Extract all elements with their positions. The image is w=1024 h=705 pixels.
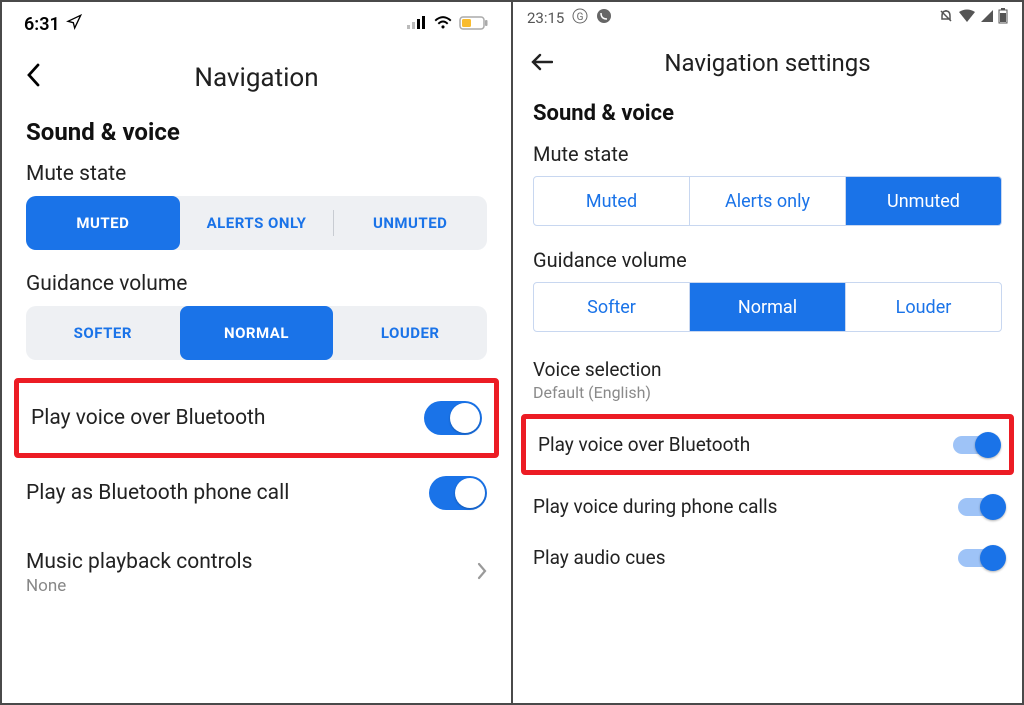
status-time: 6:31: [24, 14, 60, 35]
voice-selection-label: Voice selection: [533, 358, 1002, 381]
google-badge-icon: G: [572, 8, 588, 28]
wifi-icon: [433, 14, 453, 35]
guidance-volume-segmented: SOFTER NORMAL LOUDER: [26, 306, 487, 360]
highlight-box: Play voice over Bluetooth: [521, 414, 1014, 475]
ios-status-bar: 6:31: [2, 2, 511, 43]
mute-bell-icon: [938, 8, 954, 28]
play-voice-bluetooth-row[interactable]: Play voice over Bluetooth: [19, 383, 494, 453]
play-voice-bluetooth-toggle[interactable]: [953, 436, 997, 454]
play-voice-bluetooth-toggle[interactable]: [424, 401, 482, 435]
mute-option-unmuted[interactable]: UNMUTED: [333, 196, 487, 250]
voice-selection-row[interactable]: Voice selection Default (English): [513, 350, 1022, 408]
phone-badge-icon: [596, 8, 612, 28]
play-bluetooth-phonecall-row[interactable]: Play as Bluetooth phone call: [2, 458, 511, 528]
mute-state-label: Mute state: [513, 138, 1022, 176]
play-voice-during-calls-toggle[interactable]: [958, 498, 1002, 516]
play-voice-bluetooth-label: Play voice over Bluetooth: [31, 406, 424, 430]
play-bluetooth-phonecall-toggle[interactable]: [429, 476, 487, 510]
chevron-right-icon: [477, 561, 487, 586]
play-bluetooth-phonecall-label: Play as Bluetooth phone call: [26, 481, 429, 505]
play-audio-cues-toggle[interactable]: [958, 549, 1002, 567]
volume-option-louder[interactable]: Louder: [845, 283, 1001, 331]
music-playback-value: None: [26, 576, 477, 596]
wifi-icon: [958, 9, 976, 27]
volume-option-normal[interactable]: Normal: [689, 283, 845, 331]
svg-text:G: G: [577, 12, 584, 23]
guidance-volume-label: Guidance volume: [513, 244, 1022, 282]
voice-selection-value: Default (English): [533, 383, 1002, 402]
volume-option-softer[interactable]: Softer: [534, 283, 689, 331]
volume-option-softer[interactable]: SOFTER: [26, 306, 180, 360]
battery-icon: [459, 14, 489, 35]
play-voice-bluetooth-label: Play voice over Bluetooth: [538, 433, 953, 456]
page-title: Navigation: [26, 63, 487, 93]
page-title: Navigation settings: [531, 49, 1004, 77]
mute-state-segmented: Muted Alerts only Unmuted: [533, 176, 1002, 226]
battery-icon: [998, 8, 1008, 28]
status-time: 23:15: [527, 9, 564, 27]
music-playback-label: Music playback controls: [26, 550, 477, 574]
mute-option-muted[interactable]: MUTED: [26, 196, 180, 250]
cellular-icon: [980, 9, 994, 27]
play-voice-bluetooth-row[interactable]: Play voice over Bluetooth: [526, 419, 1009, 470]
play-audio-cues-row[interactable]: Play audio cues: [513, 532, 1022, 583]
location-icon: [66, 14, 82, 35]
section-sound-voice: Sound & voice: [2, 114, 511, 158]
mute-option-muted[interactable]: Muted: [534, 177, 689, 225]
play-voice-during-calls-row[interactable]: Play voice during phone calls: [513, 481, 1022, 532]
guidance-volume-label: Guidance volume: [2, 268, 511, 306]
mute-state-segmented: MUTED ALERTS ONLY UNMUTED: [26, 196, 487, 250]
music-playback-row[interactable]: Music playback controls None: [2, 528, 511, 614]
play-audio-cues-label: Play audio cues: [533, 546, 958, 569]
section-sound-voice: Sound & voice: [513, 97, 1022, 138]
guidance-volume-segmented: Softer Normal Louder: [533, 282, 1002, 332]
mute-state-label: Mute state: [2, 158, 511, 196]
mute-option-alerts[interactable]: Alerts only: [689, 177, 845, 225]
cellular-icon: [407, 14, 427, 35]
play-voice-during-calls-label: Play voice during phone calls: [533, 495, 958, 518]
mute-option-alerts[interactable]: ALERTS ONLY: [180, 196, 334, 250]
android-status-bar: 23:15 G: [513, 2, 1022, 31]
highlight-box: Play voice over Bluetooth: [14, 378, 499, 458]
volume-option-louder[interactable]: LOUDER: [333, 306, 487, 360]
volume-option-normal[interactable]: NORMAL: [180, 306, 334, 360]
mute-option-unmuted[interactable]: Unmuted: [845, 177, 1001, 225]
